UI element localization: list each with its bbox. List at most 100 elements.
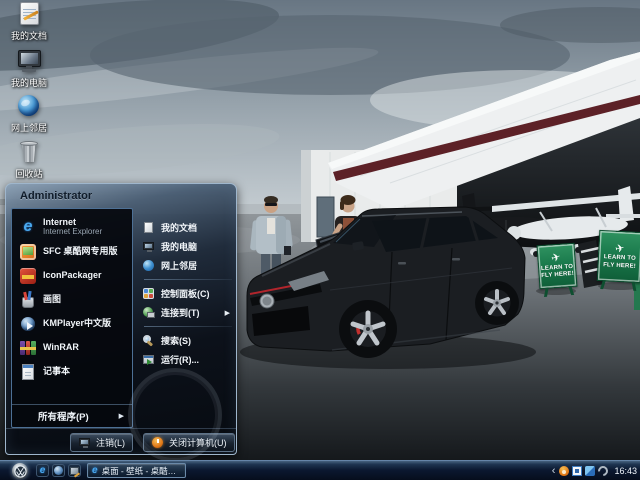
winrar-icon — [19, 339, 37, 357]
desktop-icon-my-computer[interactable]: 我的电脑 — [2, 49, 56, 89]
menu-item-label: 画图 — [43, 294, 62, 305]
menu-item-label: IconPackager — [43, 270, 102, 281]
taskbar-task-button[interactable]: e 桌面 - 壁纸 - 桌酷壁... — [87, 463, 186, 478]
learn-to-fly-sign: ✈ LEARN TO FLY HERE! — [596, 229, 640, 284]
start-menu-places-panel: 我的文档 我的电脑 网上邻居 控制面板(C) 连接到(T) ▶ 搜索(S) 运行… — [128, 208, 236, 462]
submenu-arrow-icon: ▶ — [224, 309, 230, 317]
internet-explorer-icon: e — [92, 465, 98, 476]
desktop-screen: ✈ LEARN TO FLY HERE! ✈ LEARN TO FLY HERE… — [0, 0, 640, 480]
place-my-computer[interactable]: 我的电脑 — [142, 237, 234, 256]
separator — [144, 326, 232, 327]
separator — [144, 279, 232, 280]
start-menu: Administrator e Internet Internet Explor… — [5, 183, 237, 462]
media-player-icon — [54, 466, 63, 475]
sfc-browser-icon — [19, 243, 37, 261]
all-programs-button[interactable]: 所有程序(P) ▶ — [12, 404, 132, 427]
network-places-icon — [142, 259, 155, 272]
place-label: 连接到(T) — [161, 308, 200, 318]
internet-explorer-icon: e — [23, 217, 33, 235]
globe-icon — [16, 94, 42, 118]
menu-item-sublabel: Internet Explorer — [43, 227, 103, 237]
tray-collapse-chevron-icon[interactable]: ‹ — [552, 465, 556, 477]
control-panel-icon — [142, 287, 155, 300]
vw-logo-icon — [13, 464, 27, 478]
quick-launch-internet-explorer[interactable]: e — [36, 464, 49, 477]
taskbar-clock[interactable]: 16:43 — [614, 466, 637, 476]
start-menu-header: Administrator — [6, 184, 236, 208]
quick-launch-show-desktop[interactable] — [68, 464, 81, 477]
documents-icon — [16, 2, 42, 26]
place-label: 搜索(S) — [161, 336, 191, 346]
quick-launch: e — [36, 464, 81, 477]
tray-input-method-icon[interactable] — [572, 466, 583, 476]
place-label: 我的文档 — [161, 223, 198, 233]
menu-item-label: KMPlayer中文版 — [43, 318, 112, 329]
start-button[interactable] — [12, 463, 28, 479]
place-search[interactable]: 搜索(S) — [142, 331, 234, 350]
log-off-label: 注销(L) — [96, 437, 125, 448]
run-icon — [142, 353, 155, 366]
internet-explorer-icon: e — [39, 465, 46, 476]
log-off-icon — [78, 436, 91, 449]
menu-item-paint[interactable]: 画图 — [12, 288, 132, 312]
tray-messenger-icon[interactable] — [585, 466, 596, 476]
place-my-documents[interactable]: 我的文档 — [142, 218, 234, 237]
menu-item-label: Internet — [43, 217, 77, 227]
shut-down-button[interactable]: 关闭计算机(U) — [143, 432, 235, 452]
kmplayer-icon — [19, 315, 37, 333]
search-icon — [142, 334, 155, 347]
task-button-label: 桌面 - 壁纸 - 桌酷壁... — [101, 465, 181, 476]
desktop-icon-my-documents[interactable]: 我的文档 — [2, 2, 56, 42]
start-menu-programs-panel: e Internet Internet Explorer SFC 桌酷网专用版 … — [11, 208, 133, 428]
menu-item-label: WinRAR — [43, 342, 79, 353]
system-tray: ‹ 16:43 — [552, 461, 637, 480]
log-off-button[interactable]: 注销(L) — [70, 432, 133, 452]
sign-text-line2: FLY HERE! — [602, 261, 637, 270]
desktop-icon-label: 回收站 — [15, 169, 43, 179]
connect-to-icon — [142, 306, 155, 319]
menu-item-iconpackager[interactable]: IconPackager — [12, 264, 132, 288]
place-control-panel[interactable]: 控制面板(C) — [142, 284, 234, 303]
place-label: 网上邻居 — [161, 261, 198, 271]
username: Administrator — [20, 190, 93, 202]
tray-volume-icon[interactable] — [596, 463, 611, 479]
power-icon — [151, 436, 164, 449]
menu-item-winrar[interactable]: WinRAR — [12, 336, 132, 360]
desktop-icon-network-places[interactable]: 网上邻居 — [2, 94, 56, 134]
taskbar: e e 桌面 - 壁纸 - 桌酷壁... ‹ 16:43 — [0, 460, 640, 480]
menu-item-internet[interactable]: e Internet Internet Explorer — [12, 214, 132, 240]
menu-item-label: SFC 桌酷网专用版 — [43, 246, 118, 257]
rear-wheel — [475, 281, 519, 325]
paint-icon — [19, 291, 37, 309]
my-computer-icon — [142, 240, 155, 253]
sign-legs — [599, 280, 637, 291]
notepad-icon — [19, 363, 37, 381]
desktop-icon-label: 我的电脑 — [10, 78, 47, 88]
place-label: 运行(R)... — [161, 355, 199, 365]
tray-qq-icon[interactable] — [559, 466, 570, 476]
menu-item-kmplayer[interactable]: KMPlayer中文版 — [12, 312, 132, 336]
place-network-places[interactable]: 网上邻居 — [142, 256, 234, 275]
desktop-icon-recycle-bin[interactable]: 回收站 — [2, 140, 56, 180]
start-menu-footer: 注销(L) 关闭计算机(U) — [6, 428, 236, 455]
hangar-door — [316, 196, 335, 238]
place-label: 我的电脑 — [161, 242, 198, 252]
computer-icon — [16, 49, 42, 73]
place-label: 控制面板(C) — [161, 289, 210, 299]
shut-down-label: 关闭计算机(U) — [169, 437, 227, 448]
place-run[interactable]: 运行(R)... — [142, 350, 234, 369]
iconpackager-icon — [19, 267, 37, 285]
quick-launch-media-player[interactable] — [52, 464, 65, 477]
learn-to-fly-sign: ✈ LEARN TO FLY HERE! — [536, 242, 578, 290]
menu-item-notepad[interactable]: 记事本 — [12, 360, 132, 384]
front-wheel — [339, 300, 397, 358]
airplane-icon: ✈ — [614, 242, 627, 256]
all-programs-label: 所有程序(P) — [38, 412, 89, 423]
menu-item-label: 记事本 — [43, 366, 71, 377]
arrow-right-icon: ▶ — [118, 413, 124, 420]
my-documents-icon — [142, 221, 155, 234]
sign-text-line2: FLY HERE! — [541, 270, 575, 280]
menu-item-sfc-browser[interactable]: SFC 桌酷网专用版 — [12, 240, 132, 264]
place-connect-to[interactable]: 连接到(T) ▶ — [142, 303, 234, 322]
show-desktop-icon — [70, 466, 79, 475]
